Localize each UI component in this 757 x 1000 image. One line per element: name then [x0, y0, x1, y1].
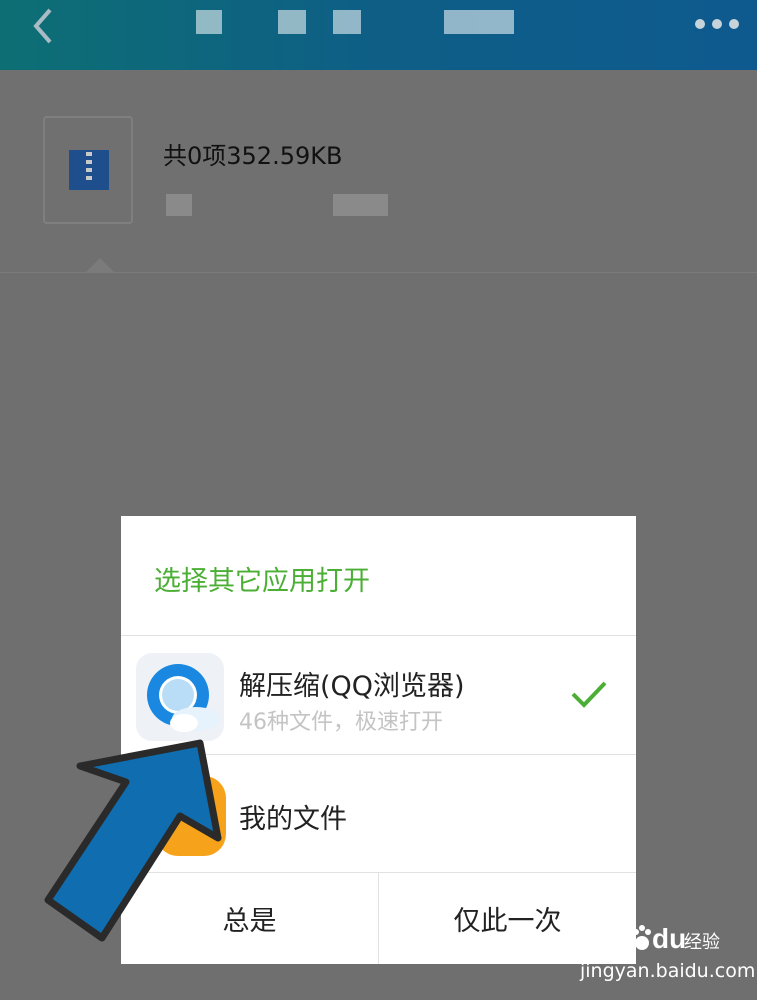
svg-text:du: du [652, 923, 686, 954]
dialog-title: 选择其它应用打开 [154, 566, 370, 597]
blurred-title-part [278, 10, 306, 34]
file-thumbnail[interactable] [43, 116, 133, 224]
card-notch [86, 258, 114, 272]
blurred-title-part [333, 10, 361, 34]
baidu-jingyan-logo: Bai du 经验 [584, 923, 720, 954]
check-icon [571, 681, 607, 708]
zip-file-icon [69, 150, 109, 190]
app-name[interactable]: 解压缩(QQ浏览器) [239, 664, 465, 703]
file-summary: 共0项352.59KB [163, 142, 343, 170]
blurred-meta [333, 194, 388, 216]
blurred-title-part [444, 10, 514, 34]
chevron-left-icon[interactable] [26, 6, 60, 46]
qq-browser-icon [136, 653, 224, 741]
app-subtitle: 46种文件，极速打开 [239, 710, 443, 735]
blurred-meta [166, 194, 192, 216]
svg-text:经验: 经验 [684, 932, 720, 953]
pointer-arrow-icon [44, 739, 222, 942]
svg-text:Bai: Bai [584, 923, 628, 954]
divider [121, 635, 636, 636]
app-name[interactable]: 我的文件 [239, 797, 347, 836]
card-divider [0, 272, 757, 273]
top-bar [0, 0, 757, 70]
watermark-url: jingyan.baidu.com [580, 960, 756, 982]
blurred-title-part [196, 10, 222, 34]
more-dots-icon[interactable] [695, 14, 739, 34]
